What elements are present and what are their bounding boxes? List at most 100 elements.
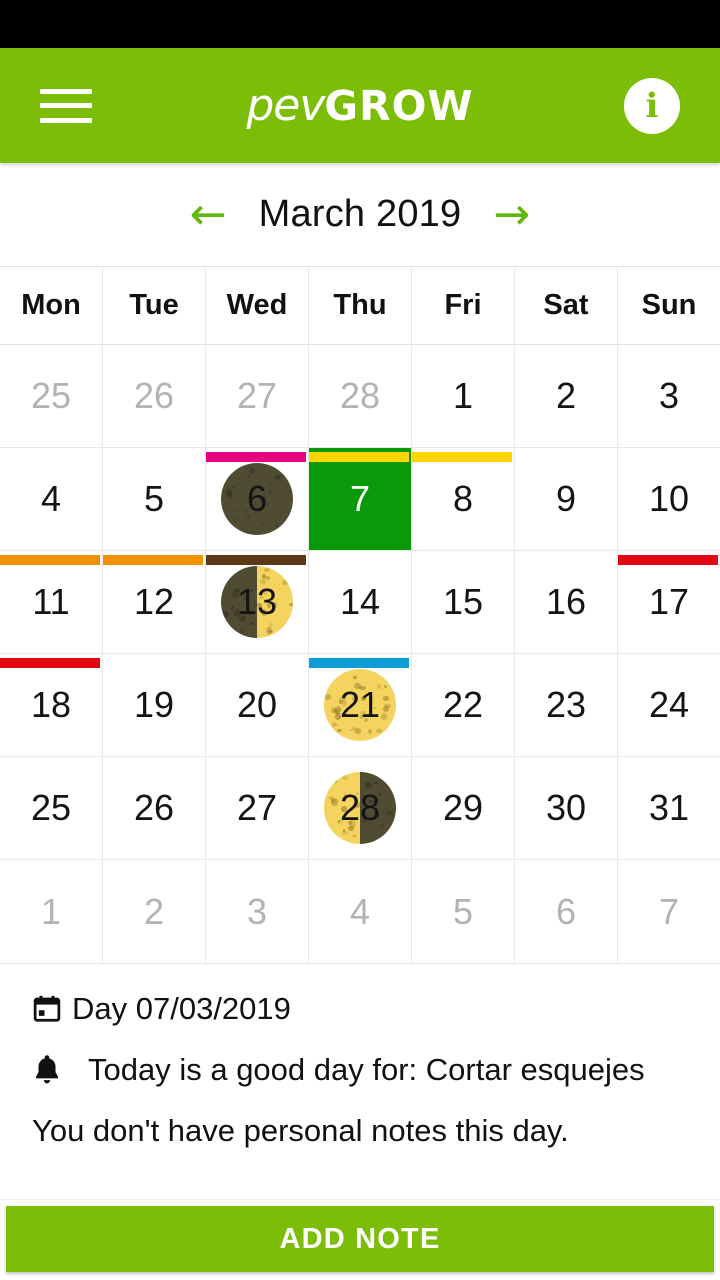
calendar-day-cell[interactable]: 13: [206, 551, 309, 654]
calendar-day-cell[interactable]: 7: [309, 448, 412, 551]
calendar-weeks: 25 26 27 28 1 2 3 4 5 6 7 8 9 10 11 12 13 14 15 16 17 18 19 20 2…: [0, 345, 720, 963]
day-number: 6: [555, 890, 577, 932]
day-number: 8: [452, 478, 474, 519]
calendar-day-cell[interactable]: 25: [0, 345, 103, 448]
calendar-day-cell[interactable]: 25: [0, 757, 103, 860]
calendar-day-cell[interactable]: 12: [103, 551, 206, 654]
day-number: 30: [545, 787, 587, 828]
calendar-week-row: 1 2 3 4 5 6 7: [0, 860, 720, 963]
day-number: 26: [133, 375, 175, 416]
day-number: 18: [30, 684, 72, 725]
bottom-bar: ADD NOTE: [0, 1199, 720, 1280]
calendar-week-row: 4 5 6 7 8 9 10: [0, 448, 720, 551]
selected-date-line: Day 07/03/2019: [32, 990, 688, 1027]
day-number: 2: [143, 890, 165, 932]
prev-month-button[interactable]: ←: [184, 192, 233, 237]
app-bar: pevGROW i: [0, 48, 720, 163]
brand-lower: pev: [246, 80, 325, 131]
day-event-bar: [309, 658, 409, 668]
calendar-day-cell[interactable]: 28: [309, 757, 412, 860]
calendar-day-cell[interactable]: 2: [103, 860, 206, 963]
calendar-day-cell[interactable]: 5: [103, 448, 206, 551]
calendar-week-row: 11 12 13 14 15 16 17: [0, 551, 720, 654]
weekday-header-sat: Sat: [515, 267, 618, 344]
day-number: 4: [40, 478, 62, 519]
status-bar: [0, 0, 720, 48]
day-tip-line: Today is a good day for: Cortar esquejes: [32, 1051, 688, 1088]
weekday-header-wed: Wed: [206, 267, 309, 344]
add-note-button[interactable]: ADD NOTE: [6, 1206, 714, 1272]
calendar-week-row: 25 26 27 28 1 2 3: [0, 345, 720, 448]
day-number: 31: [648, 787, 690, 828]
calendar-day-cell[interactable]: 11: [0, 551, 103, 654]
calendar-day-cell[interactable]: 3: [618, 345, 720, 448]
day-number: 24: [648, 684, 690, 725]
day-number: 14: [339, 581, 381, 622]
day-number: 28: [339, 375, 381, 416]
next-month-button[interactable]: →: [487, 192, 536, 237]
day-number: 6: [246, 478, 268, 519]
day-number: 3: [246, 890, 268, 932]
calendar-day-cell[interactable]: 3: [206, 860, 309, 963]
calendar-day-cell[interactable]: 29: [412, 757, 515, 860]
calendar-day-cell[interactable]: 10: [618, 448, 720, 551]
calendar-day-cell[interactable]: 26: [103, 345, 206, 448]
weekday-header-sun: Sun: [641, 289, 697, 321]
calendar-day-cell[interactable]: 28: [309, 345, 412, 448]
calendar-day-cell[interactable]: 8: [412, 448, 515, 551]
day-number: 25: [30, 787, 72, 828]
day-number: 16: [545, 581, 587, 622]
month-title: March 2019: [258, 193, 462, 235]
calendar-day-cell[interactable]: 9: [515, 448, 618, 551]
calendar-day-cell[interactable]: 2: [515, 345, 618, 448]
calendar-day-cell[interactable]: 23: [515, 654, 618, 757]
calendar-day-cell[interactable]: 31: [618, 757, 720, 860]
day-number: 5: [452, 890, 474, 932]
calendar-day-cell[interactable]: 21: [309, 654, 412, 757]
calendar-day-cell[interactable]: 17: [618, 551, 720, 654]
calendar-day-cell[interactable]: 16: [515, 551, 618, 654]
month-navigation: ← March 2019 →: [0, 163, 720, 266]
day-number: 27: [236, 787, 278, 828]
calendar-day-cell[interactable]: 1: [412, 345, 515, 448]
weekday-header-tue: Tue: [103, 267, 206, 344]
calendar-day-cell[interactable]: 4: [0, 448, 103, 551]
calendar-day-cell[interactable]: 26: [103, 757, 206, 860]
calendar-week-row: 25 26 27 28 29 30 31: [0, 757, 720, 860]
calendar-day-cell[interactable]: 22: [412, 654, 515, 757]
info-icon[interactable]: i: [624, 77, 680, 134]
day-event-bar: [309, 452, 409, 462]
personal-notes-text: You don't have personal notes this day.: [32, 1113, 569, 1149]
calendar-day-cell[interactable]: 1: [0, 860, 103, 963]
calendar-day-cell[interactable]: 4: [309, 860, 412, 963]
weekday-header-mon: Mon: [0, 267, 103, 344]
day-number: 29: [442, 787, 484, 828]
day-number: 11: [32, 581, 70, 622]
day-number: 20: [236, 684, 278, 725]
day-number: 9: [555, 478, 577, 519]
calendar-day-cell[interactable]: 14: [309, 551, 412, 654]
day-number: 17: [648, 581, 690, 622]
weekday-header-thu: Thu: [309, 267, 412, 344]
info-icon-label: i: [645, 85, 659, 126]
calendar-day-cell[interactable]: 30: [515, 757, 618, 860]
calendar-day-cell[interactable]: 5: [412, 860, 515, 963]
calendar-day-cell[interactable]: 20: [206, 654, 309, 757]
calendar-day-cell[interactable]: 7: [618, 860, 720, 963]
calendar-day-cell[interactable]: 24: [618, 654, 720, 757]
calendar-day-cell[interactable]: 19: [103, 654, 206, 757]
day-number: 12: [133, 581, 175, 622]
calendar-day-cell[interactable]: 6: [206, 448, 309, 551]
calendar-icon: [32, 994, 72, 1024]
calendar-day-cell[interactable]: 18: [0, 654, 103, 757]
day-number: 19: [133, 684, 175, 725]
calendar-day-cell[interactable]: 27: [206, 345, 309, 448]
personal-notes-line: You don't have personal notes this day.: [32, 1112, 688, 1149]
app-logo: pevGROW: [0, 80, 720, 131]
hamburger-menu-icon[interactable]: [40, 86, 92, 126]
calendar-day-cell[interactable]: 15: [412, 551, 515, 654]
calendar-day-cell[interactable]: 27: [206, 757, 309, 860]
calendar-day-cell[interactable]: 6: [515, 860, 618, 963]
bell-icon: [32, 1053, 72, 1087]
day-number: 26: [133, 787, 175, 828]
